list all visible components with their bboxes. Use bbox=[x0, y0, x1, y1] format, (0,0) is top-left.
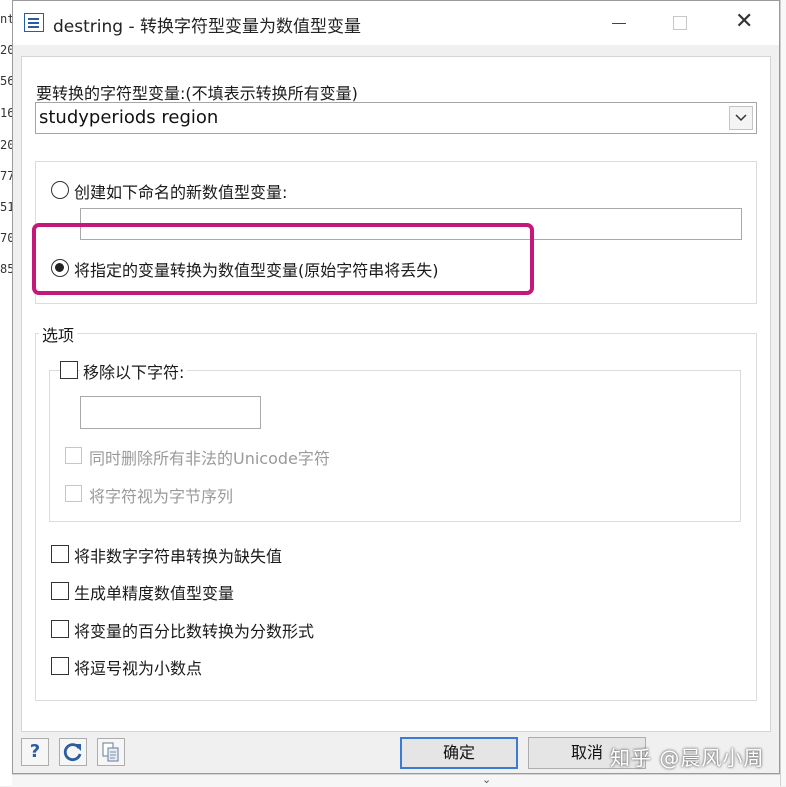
float-checkbox[interactable] bbox=[51, 582, 69, 600]
variables-value: studyperiods region bbox=[39, 107, 219, 128]
variables-combobox[interactable]: studyperiods region bbox=[35, 102, 757, 134]
title-bar[interactable]: destring - 转换字符型变量为数值型变量 ✕ bbox=[13, 1, 779, 45]
variables-label: 要转换的字符型变量:(不填表示转换所有变量) bbox=[36, 84, 358, 103]
minimize-button[interactable] bbox=[589, 1, 649, 45]
dpcomma-checkbox[interactable] bbox=[51, 657, 69, 675]
help-icon: ? bbox=[29, 741, 41, 762]
force-checkbox[interactable] bbox=[51, 545, 69, 563]
ignore-checkbox[interactable] bbox=[60, 361, 78, 379]
row-fragment: 77 bbox=[0, 169, 12, 183]
ignore-label: 移除以下字符: bbox=[80, 359, 188, 383]
options-legend: 选项 bbox=[39, 322, 78, 346]
row-fragment: 51 bbox=[0, 200, 12, 214]
row-fragment: 16 bbox=[0, 106, 12, 120]
float-label: 生成单精度数值型变量 bbox=[74, 584, 235, 603]
ok-button[interactable]: 确定 bbox=[400, 737, 518, 769]
illegal-unicode-checkbox[interactable] bbox=[65, 447, 82, 464]
row-fragment: 56 bbox=[0, 74, 12, 88]
minimize-icon bbox=[612, 23, 626, 24]
row-fragment: 85 bbox=[0, 262, 12, 276]
combo-dropdown-button[interactable] bbox=[729, 106, 753, 130]
generate-label: 创建如下命名的新数值型变量: bbox=[74, 183, 288, 202]
maximize-icon bbox=[673, 16, 687, 30]
watermark-text: 知乎 @晨风小周 bbox=[610, 746, 765, 770]
refresh-icon bbox=[63, 743, 82, 761]
dpcomma-label: 将逗号视为小数点 bbox=[74, 659, 203, 678]
dialog-body: 要转换的字符型变量:(不填表示转换所有变量) studyperiods regi… bbox=[21, 56, 771, 732]
as-bytes-checkbox[interactable] bbox=[65, 485, 82, 502]
background-scroll-edge bbox=[780, 0, 786, 786]
generate-radio[interactable] bbox=[51, 181, 69, 199]
background-bottom-strip: ⌄ bbox=[12, 773, 780, 787]
app-dialog-icon bbox=[24, 13, 44, 32]
reset-button[interactable] bbox=[59, 738, 87, 766]
row-fragment: 20 bbox=[0, 138, 12, 152]
percent-label: 将变量的百分比数转换为分数形式 bbox=[74, 622, 315, 641]
percent-checkbox[interactable] bbox=[51, 620, 69, 638]
chevron-down-icon bbox=[735, 114, 747, 122]
force-label: 将非数字字符串转换为缺失值 bbox=[74, 547, 283, 566]
copy-command-button[interactable] bbox=[97, 738, 125, 766]
copy-icon bbox=[102, 742, 119, 762]
row-fragment: nt bbox=[0, 12, 12, 26]
chevron-down-icon: ⌄ bbox=[482, 773, 492, 786]
help-button[interactable]: ? bbox=[21, 738, 49, 766]
illegal-unicode-label: 同时删除所有非法的Unicode字符 bbox=[89, 449, 330, 468]
ignore-chars-input[interactable] bbox=[80, 396, 261, 429]
close-icon: ✕ bbox=[735, 9, 754, 34]
as-bytes-label: 将字符视为字节序列 bbox=[89, 487, 234, 506]
row-fragment: 20 bbox=[0, 43, 12, 57]
row-fragment: 70 bbox=[0, 231, 12, 245]
close-button[interactable]: ✕ bbox=[717, 1, 777, 45]
destring-dialog: destring - 转换字符型变量为数值型变量 ✕ 要转换的字符型变量:(不填… bbox=[12, 0, 780, 774]
maximize-button[interactable] bbox=[649, 1, 709, 45]
annotation-highlight-box bbox=[32, 223, 534, 295]
window-title: destring - 转换字符型变量为数值型变量 bbox=[53, 17, 361, 37]
